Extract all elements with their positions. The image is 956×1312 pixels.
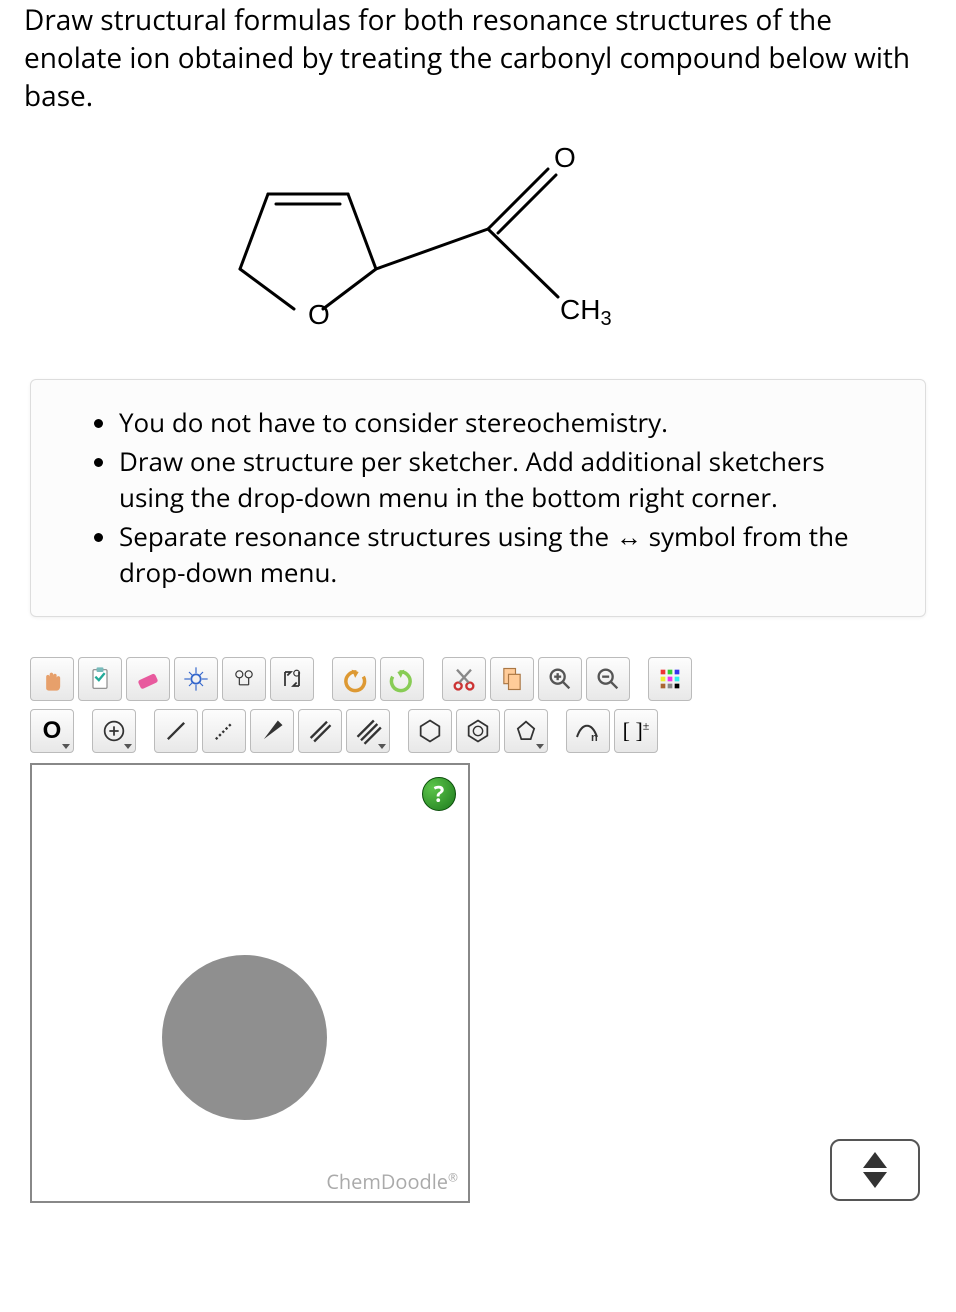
- ring-picker[interactable]: [504, 709, 548, 753]
- benzene-tool[interactable]: [456, 709, 500, 753]
- wedge-bond-tool[interactable]: [250, 709, 294, 753]
- instruction-item: Separate resonance structures using the …: [119, 518, 895, 591]
- question-text: Draw structural formulas for both resona…: [24, 0, 932, 115]
- single-bond-tool[interactable]: [154, 709, 198, 753]
- instructions-box: You do not have to consider stereochemis…: [30, 379, 926, 617]
- svg-text:n: n: [591, 732, 598, 744]
- methyl-label: CH3: [560, 294, 612, 330]
- canvas-placeholder-icon: [162, 955, 327, 1120]
- paste-tool[interactable]: [78, 657, 122, 701]
- help-icon[interactable]: ?: [422, 777, 456, 811]
- center-tool[interactable]: [174, 657, 218, 701]
- charge-tool[interactable]: [92, 709, 136, 753]
- cut-tool[interactable]: [442, 657, 486, 701]
- ring-oxygen-label: O: [308, 299, 330, 330]
- zoom-in-tool[interactable]: [538, 657, 582, 701]
- copy-tool[interactable]: [490, 657, 534, 701]
- clean-tool[interactable]: [222, 657, 266, 701]
- stepper-down-icon[interactable]: [863, 1172, 887, 1188]
- stepper-up-icon[interactable]: [863, 1152, 887, 1168]
- cyclohexane-tool[interactable]: [408, 709, 452, 753]
- sketcher-count-stepper[interactable]: [830, 1139, 920, 1201]
- eraser-tool[interactable]: [126, 657, 170, 701]
- zoom-out-tool[interactable]: [586, 657, 630, 701]
- carbonyl-oxygen-label: O: [554, 142, 576, 173]
- color-tool[interactable]: [648, 657, 692, 701]
- instruction-item: Draw one structure per sketcher. Add add…: [119, 443, 895, 516]
- sketcher-canvas[interactable]: ? ChemDoodle®: [30, 763, 470, 1203]
- dashed-bond-tool[interactable]: [202, 709, 246, 753]
- toolbar: O: [24, 657, 932, 763]
- move-tool[interactable]: [30, 657, 74, 701]
- chain-tool[interactable]: n: [566, 709, 610, 753]
- undo-tool[interactable]: [332, 657, 376, 701]
- double-bond-tool[interactable]: [298, 709, 342, 753]
- sketcher-area: O: [24, 657, 932, 1203]
- redo-tool[interactable]: [380, 657, 424, 701]
- instruction-item: You do not have to consider stereochemis…: [119, 404, 895, 440]
- chemdoodle-watermark: ChemDoodle®: [326, 1168, 458, 1195]
- bracket-charge-tool[interactable]: [ ]±: [614, 709, 658, 753]
- compound-structure: O O CH3: [198, 139, 758, 339]
- flip-tool[interactable]: [270, 657, 314, 701]
- triple-bond-tool[interactable]: [346, 709, 390, 753]
- element-picker[interactable]: O: [30, 709, 74, 753]
